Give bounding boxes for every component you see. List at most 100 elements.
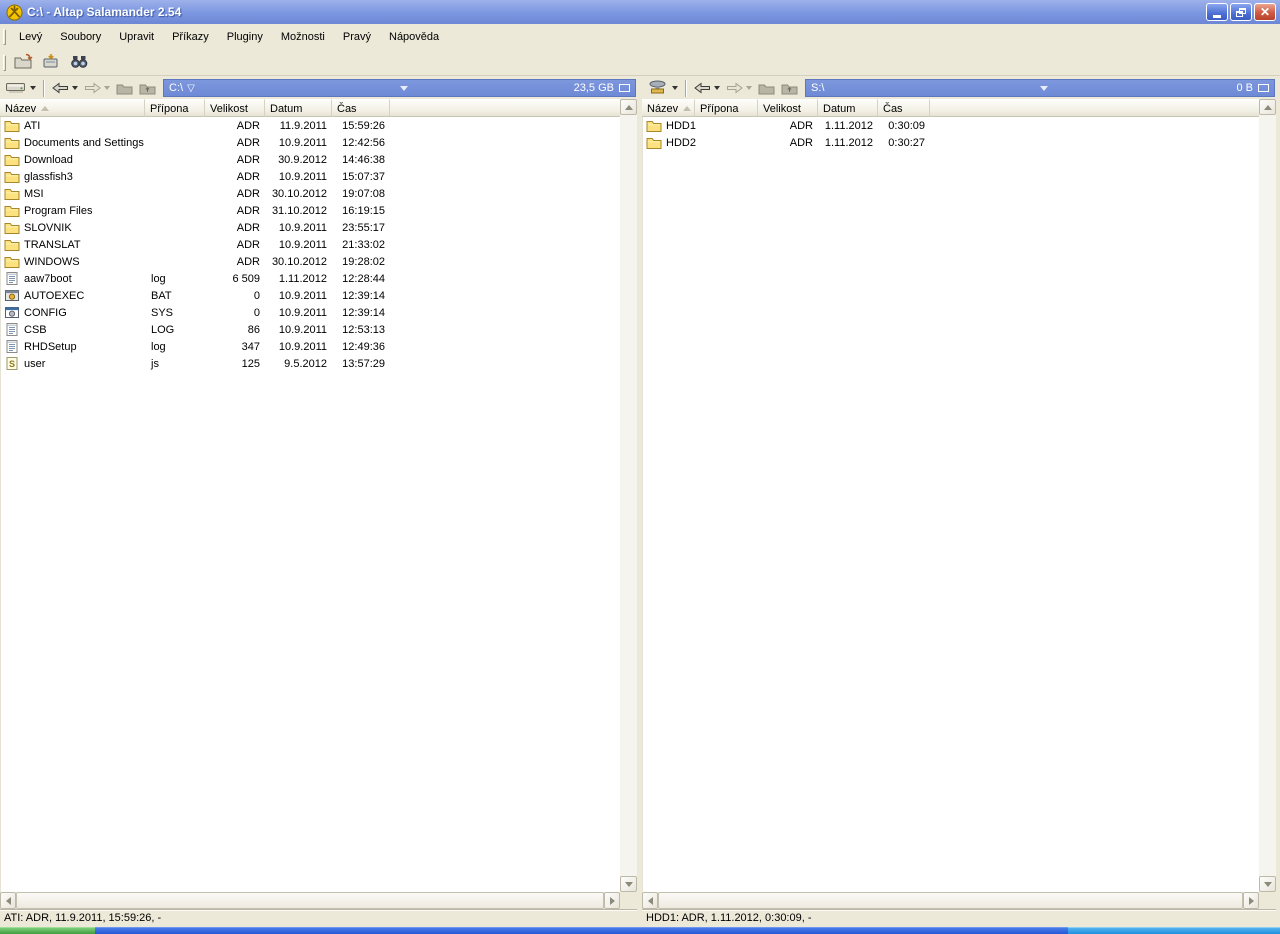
hot-paths-button[interactable] bbox=[113, 79, 136, 98]
column-header-velikost[interactable]: Velikost bbox=[205, 99, 265, 117]
current-path: S:\ bbox=[811, 82, 824, 94]
column-header-cas[interactable]: Čas bbox=[878, 99, 930, 117]
file-row[interactable]: ATIADR11.9.201115:59:26 bbox=[1, 117, 620, 134]
file-time-cell: 13:57:29 bbox=[333, 358, 391, 370]
back-button[interactable] bbox=[691, 79, 723, 98]
file-name-label: AUTOEXEC bbox=[24, 290, 84, 302]
menu-grip[interactable] bbox=[3, 29, 6, 45]
drive-select-button[interactable] bbox=[2, 79, 39, 98]
drive-info-icon[interactable] bbox=[1258, 84, 1269, 92]
column-header-datum[interactable]: Datum bbox=[818, 99, 878, 117]
left-panel: C:\ ▽ 23,5 GB NázevPříponaVelikostDatumČ… bbox=[0, 77, 637, 927]
file-row[interactable]: AUTOEXECBAT010.9.201112:39:14 bbox=[1, 287, 620, 304]
scroll-thumb[interactable] bbox=[16, 892, 604, 909]
scroll-thumb[interactable] bbox=[658, 892, 1243, 909]
file-row[interactable]: Suserjs1259.5.201213:57:29 bbox=[1, 355, 620, 372]
left-vertical-scrollbar[interactable] bbox=[620, 99, 637, 892]
column-header-pripona[interactable]: Přípona bbox=[695, 99, 758, 117]
forward-button[interactable] bbox=[81, 79, 113, 98]
left-horizontal-scrollbar[interactable] bbox=[0, 892, 620, 909]
file-size-cell: 86 bbox=[206, 324, 266, 336]
close-icon: ✕ bbox=[1260, 6, 1270, 18]
column-header-nazev[interactable]: Název bbox=[0, 99, 145, 117]
file-time-cell: 12:39:14 bbox=[333, 307, 391, 319]
change-directory-button[interactable] bbox=[10, 51, 36, 75]
file-row[interactable]: SLOVNIKADR10.9.201123:55:17 bbox=[1, 219, 620, 236]
start-button-sliver[interactable] bbox=[0, 927, 95, 934]
menu-item-levy[interactable]: Levý bbox=[10, 27, 51, 47]
scroll-down-button[interactable] bbox=[620, 876, 637, 892]
file-row[interactable]: RHDSetuplog34710.9.201112:49:36 bbox=[1, 338, 620, 355]
restore-button[interactable] bbox=[1230, 3, 1252, 21]
left-path-bar[interactable]: C:\ ▽ 23,5 GB bbox=[163, 79, 636, 97]
file-row[interactable]: WINDOWSADR30.10.201219:28:02 bbox=[1, 253, 620, 270]
left-directory-toolbar: C:\ ▽ 23,5 GB bbox=[0, 77, 637, 99]
arrow-right-icon bbox=[610, 897, 615, 905]
file-date-cell: 10.9.2011 bbox=[266, 222, 333, 234]
find-files-button[interactable] bbox=[66, 51, 92, 75]
folder-icon bbox=[646, 118, 662, 133]
column-header-pripona[interactable]: Přípona bbox=[145, 99, 205, 117]
parent-directory-button[interactable] bbox=[136, 79, 159, 98]
user-menu-button[interactable] bbox=[38, 51, 64, 75]
menu-item-upravit[interactable]: Upravit bbox=[110, 27, 163, 47]
menu-item-pravy[interactable]: Pravý bbox=[334, 27, 380, 47]
file-row[interactable]: glassfish3ADR10.9.201115:07:37 bbox=[1, 168, 620, 185]
file-row[interactable]: MSIADR30.10.201219:07:08 bbox=[1, 185, 620, 202]
hot-path-folder-icon bbox=[116, 82, 133, 95]
file-row[interactable]: HDD2ADR1.11.20120:30:27 bbox=[643, 134, 1259, 151]
menu-item-soubory[interactable]: Soubory bbox=[51, 27, 110, 47]
close-button[interactable]: ✕ bbox=[1254, 3, 1276, 21]
system-tray-sliver[interactable] bbox=[1068, 927, 1280, 934]
file-row[interactable]: DownloadADR30.9.201214:46:38 bbox=[1, 151, 620, 168]
file-row[interactable]: Documents and SettingsADR10.9.201112:42:… bbox=[1, 134, 620, 151]
column-header-cas[interactable]: Čas bbox=[332, 99, 390, 117]
file-size-cell: ADR bbox=[206, 137, 266, 149]
file-row[interactable]: aaw7bootlog6 5091.11.201212:28:44 bbox=[1, 270, 620, 287]
file-row[interactable]: CSBLOG8610.9.201112:53:13 bbox=[1, 321, 620, 338]
scroll-left-button[interactable] bbox=[0, 892, 16, 909]
drive-info-icon[interactable] bbox=[619, 84, 630, 92]
folder-icon bbox=[4, 203, 20, 218]
column-header-nazev[interactable]: Název bbox=[642, 99, 695, 117]
scroll-track[interactable] bbox=[1259, 115, 1276, 876]
arrow-down-icon bbox=[1264, 882, 1272, 887]
scroll-track[interactable] bbox=[620, 115, 637, 876]
file-time-cell: 12:53:13 bbox=[333, 324, 391, 336]
menu-item-pluginy[interactable]: Pluginy bbox=[218, 27, 272, 47]
drive-select-button[interactable] bbox=[644, 79, 681, 98]
scroll-right-button[interactable] bbox=[604, 892, 620, 909]
right-horizontal-scrollbar[interactable] bbox=[642, 892, 1259, 909]
scroll-up-button[interactable] bbox=[1259, 99, 1276, 115]
scroll-up-button[interactable] bbox=[620, 99, 637, 115]
forward-button[interactable] bbox=[723, 79, 755, 98]
path-dropdown-icon[interactable] bbox=[400, 86, 408, 91]
minimize-button[interactable] bbox=[1206, 3, 1228, 21]
sys-file-icon bbox=[4, 305, 20, 320]
file-row[interactable]: Program FilesADR31.10.201216:19:15 bbox=[1, 202, 620, 219]
file-name-label: Program Files bbox=[24, 205, 92, 217]
back-button[interactable] bbox=[49, 79, 81, 98]
right-path-bar[interactable]: S:\ 0 B bbox=[805, 79, 1275, 97]
scroll-left-button[interactable] bbox=[642, 892, 658, 909]
arrow-up-icon bbox=[1264, 105, 1272, 110]
window-title: C:\ - Altap Salamander 2.54 bbox=[27, 5, 1206, 19]
file-row[interactable]: HDD1ADR1.11.20120:30:09 bbox=[643, 117, 1259, 134]
right-vertical-scrollbar[interactable] bbox=[1259, 99, 1276, 892]
file-row[interactable]: CONFIGSYS010.9.201112:39:14 bbox=[1, 304, 620, 321]
scroll-down-button[interactable] bbox=[1259, 876, 1276, 892]
hot-paths-button[interactable] bbox=[755, 79, 778, 98]
column-header-datum[interactable]: Datum bbox=[265, 99, 332, 117]
path-dropdown-icon[interactable] bbox=[1040, 86, 1048, 91]
menu-item-moznosti[interactable]: Možnosti bbox=[272, 27, 334, 47]
arrow-left-icon bbox=[6, 897, 11, 905]
file-row[interactable]: TRANSLATADR10.9.201121:33:02 bbox=[1, 236, 620, 253]
column-header-velikost[interactable]: Velikost bbox=[758, 99, 818, 117]
parent-directory-button[interactable] bbox=[778, 79, 801, 98]
parent-folder-icon bbox=[139, 82, 156, 95]
taskbar-button-sliver[interactable] bbox=[95, 927, 1068, 934]
menu-item-napoveda[interactable]: Nápověda bbox=[380, 27, 448, 47]
toolbar-grip[interactable] bbox=[3, 55, 6, 71]
menu-item-prikazy[interactable]: Příkazy bbox=[163, 27, 218, 47]
scroll-right-button[interactable] bbox=[1243, 892, 1259, 909]
